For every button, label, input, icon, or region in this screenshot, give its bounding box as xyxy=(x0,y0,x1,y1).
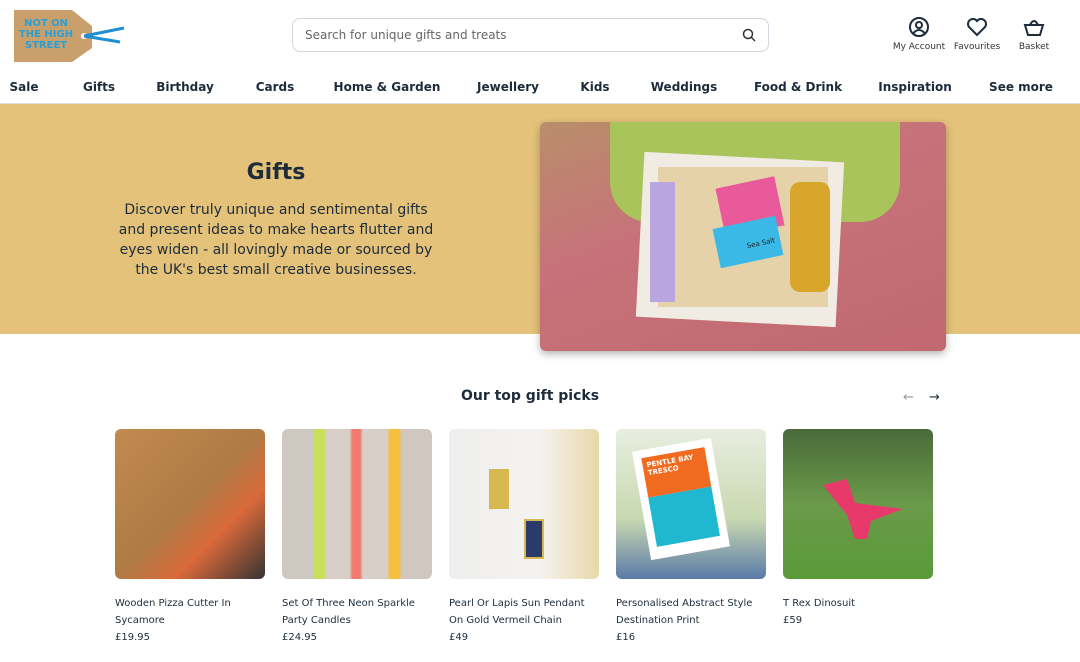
hero-image: Sea Salt xyxy=(540,122,946,351)
product-image[interactable] xyxy=(115,429,265,579)
product-title[interactable]: Pearl Or Lapis Sun Pendant On Gold Verme… xyxy=(449,595,599,629)
nav-see-more[interactable]: See more xyxy=(989,80,1053,94)
nav-kids[interactable]: Kids xyxy=(580,80,609,94)
nav-inspiration[interactable]: Inspiration xyxy=(878,80,952,94)
my-account-button[interactable]: My Account xyxy=(889,16,949,52)
product-price: £24.95 xyxy=(282,632,317,643)
favourites-label: Favourites xyxy=(953,42,1001,52)
product-image[interactable] xyxy=(449,429,599,579)
nav-gifts[interactable]: Gifts xyxy=(83,80,115,94)
product-title[interactable]: Wooden Pizza Cutter In Sycamore xyxy=(115,595,265,629)
product-image[interactable] xyxy=(783,429,933,579)
product-price: £16 xyxy=(616,632,636,643)
svg-text:THE HIGH: THE HIGH xyxy=(19,29,73,40)
product-card[interactable]: Pearl Or Lapis Sun Pendant On Gold Verme… xyxy=(449,429,599,643)
nav-jewellery[interactable]: Jewellery xyxy=(477,80,539,94)
account-icon xyxy=(909,17,929,37)
section-title: Our top gift picks xyxy=(460,388,600,404)
nav-birthday[interactable]: Birthday xyxy=(156,80,214,94)
favourites-button[interactable]: Favourites xyxy=(947,16,1007,52)
product-title[interactable]: Personalised Abstract Style Destination … xyxy=(616,595,766,629)
search-bar[interactable] xyxy=(292,18,769,52)
nav-cards[interactable]: Cards xyxy=(256,80,295,94)
main-nav: Sale Gifts Birthday Cards Home & Garden … xyxy=(0,78,1080,104)
arrow-right-icon[interactable]: → xyxy=(929,390,940,405)
basket-button[interactable]: Basket xyxy=(1004,16,1064,52)
nav-home-garden[interactable]: Home & Garden xyxy=(334,80,441,94)
hero-description: Discover truly unique and sentimental gi… xyxy=(118,202,434,278)
product-price: £19.95 xyxy=(115,632,150,643)
nav-weddings[interactable]: Weddings xyxy=(651,80,718,94)
heart-icon xyxy=(967,18,987,37)
product-image[interactable]: PENTLE BAY TRESCO xyxy=(616,429,766,579)
search-input[interactable] xyxy=(305,28,742,42)
nav-food-drink[interactable]: Food & Drink xyxy=(754,80,842,94)
basket-label: Basket xyxy=(1018,42,1050,52)
product-image[interactable] xyxy=(282,429,432,579)
svg-text:STREET: STREET xyxy=(25,40,67,51)
product-title[interactable]: Set Of Three Neon Sparkle Party Candles xyxy=(282,595,432,629)
product-card[interactable]: Wooden Pizza Cutter In Sycamore £19.95 xyxy=(115,429,265,643)
basket-icon xyxy=(1023,20,1045,36)
product-title[interactable]: T Rex Dinosuit xyxy=(783,595,933,612)
product-card[interactable]: T Rex Dinosuit £59 xyxy=(783,429,933,626)
svg-text:NOT ON: NOT ON xyxy=(24,18,68,29)
product-price: £59 xyxy=(783,615,803,626)
product-card[interactable]: PENTLE BAY TRESCO Personalised Abstract … xyxy=(616,429,766,643)
my-account-label: My Account xyxy=(892,42,946,52)
arrow-left-icon[interactable]: ← xyxy=(903,390,914,405)
hero-title: Gifts xyxy=(246,160,306,185)
logo[interactable]: NOT ON THE HIGH STREET xyxy=(12,8,127,64)
product-card[interactable]: Set Of Three Neon Sparkle Party Candles … xyxy=(282,429,432,643)
nav-sale[interactable]: Sale xyxy=(10,80,39,94)
product-price: £49 xyxy=(449,632,469,643)
search-icon[interactable] xyxy=(742,28,756,42)
